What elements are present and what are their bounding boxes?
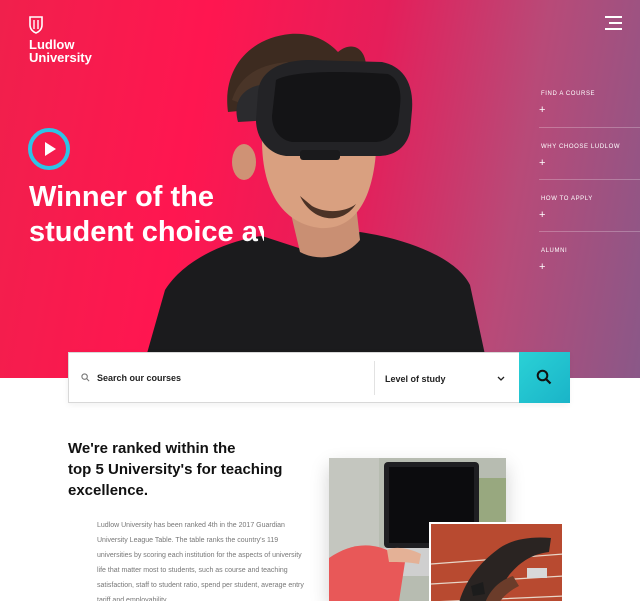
plus-icon[interactable]: + xyxy=(539,158,545,169)
hero-banner: Ludlow University Winner of the student … xyxy=(0,0,640,378)
hero-headline-line1: Winner of the xyxy=(29,181,215,213)
side-navigation: FIND A COURSE + WHY CHOOSE LUDLOW + HOW … xyxy=(539,75,640,283)
side-nav-label: HOW TO APPLY xyxy=(541,196,593,202)
plus-icon[interactable]: + xyxy=(539,105,545,116)
ranking-heading-line3: excellence. xyxy=(68,482,149,499)
university-logo[interactable]: Ludlow University xyxy=(29,16,109,64)
side-nav-label: FIND A COURSE xyxy=(541,91,596,97)
sprinter-photo-image xyxy=(431,524,562,601)
search-courses-input[interactable] xyxy=(97,368,367,388)
side-nav-label: WHY CHOOSE LUDLOW xyxy=(541,144,621,150)
ranking-heading-line1: We're ranked within the xyxy=(68,440,236,457)
side-nav-item-how-to-apply[interactable]: HOW TO APPLY + xyxy=(539,179,640,231)
chevron-down-icon xyxy=(497,376,505,381)
logo-name-line2: University xyxy=(29,50,92,65)
ranking-body-text: Ludlow University has been ranked 4th in… xyxy=(97,522,304,601)
search-submit-button[interactable] xyxy=(519,352,570,403)
ranking-heading-line2: top 5 University's for teaching xyxy=(68,461,283,478)
search-icon xyxy=(536,369,552,385)
shield-logo-icon xyxy=(29,16,43,34)
sprinter-photo xyxy=(429,522,562,601)
side-nav-item-why-choose-ludlow[interactable]: WHY CHOOSE LUDLOW + xyxy=(539,127,640,179)
hamburger-menu-icon[interactable] xyxy=(605,16,622,32)
plus-icon[interactable]: + xyxy=(539,262,545,273)
play-icon xyxy=(45,142,56,156)
plus-icon[interactable]: + xyxy=(539,210,545,221)
hero-headline-line2: student choice av xyxy=(29,216,264,248)
ranking-heading: We're ranked within the top 5 University… xyxy=(68,438,308,501)
level-of-study-select[interactable]: Level of study xyxy=(385,368,509,390)
level-of-study-label: Level of study xyxy=(385,374,446,384)
hero-headline: Winner of the student choice av xyxy=(29,180,264,250)
logo-wordmark: Ludlow University xyxy=(29,38,109,64)
play-video-button[interactable] xyxy=(28,128,70,170)
side-nav-item-find-a-course[interactable]: FIND A COURSE + xyxy=(539,75,640,127)
side-nav-label: ALUMNI xyxy=(541,248,568,254)
course-search-bar: Level of study xyxy=(68,352,570,403)
side-nav-item-alumni[interactable]: ALUMNI + xyxy=(539,231,640,283)
search-divider xyxy=(374,361,375,395)
search-icon xyxy=(81,373,90,382)
